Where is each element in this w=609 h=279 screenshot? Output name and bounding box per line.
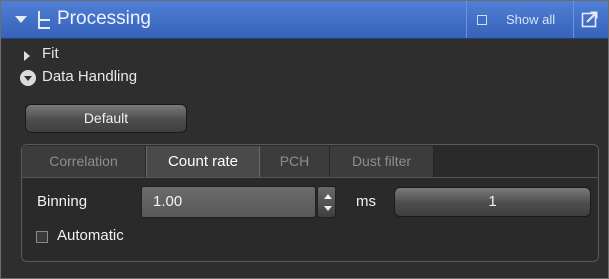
tree-item-data-handling[interactable]: Data Handling [42, 68, 137, 85]
binning-input[interactable]: 1.00 [141, 186, 316, 218]
tree-item-fit[interactable]: Fit [42, 45, 59, 62]
collapse-arrow-icon[interactable] [15, 16, 27, 23]
header-divider [573, 1, 574, 38]
show-all-label[interactable]: Show all [506, 12, 555, 27]
tab-pch[interactable]: PCH [260, 146, 330, 177]
stepper-down-icon[interactable] [324, 206, 332, 211]
header-divider [466, 1, 467, 38]
binning-unit: ms [356, 193, 376, 210]
tab-divider [22, 177, 598, 178]
panel-title: Processing [57, 8, 151, 29]
collapse-circle-icon[interactable] [20, 70, 36, 86]
tab-count-rate[interactable]: Count rate [146, 146, 260, 177]
binning-stepper[interactable] [317, 186, 336, 218]
default-button[interactable]: Default [25, 104, 187, 133]
tab-correlation[interactable]: Correlation [22, 146, 146, 177]
binning-count-button[interactable]: 1 [394, 187, 591, 217]
tab-dust-filter[interactable]: Dust filter [330, 146, 434, 177]
processing-panel: Processing Show all Fit Data Handling De… [0, 0, 609, 279]
stepper-up-icon[interactable] [324, 194, 332, 199]
automatic-checkbox[interactable] [36, 231, 48, 243]
automatic-label[interactable]: Automatic [57, 227, 124, 244]
expand-arrow-icon[interactable] [24, 51, 30, 61]
binning-label: Binning [37, 193, 88, 210]
undock-icon[interactable] [581, 10, 599, 28]
tree-structure-icon [37, 11, 51, 29]
show-all-checkbox[interactable] [477, 15, 487, 25]
panel-header[interactable]: Processing Show all [1, 1, 608, 39]
